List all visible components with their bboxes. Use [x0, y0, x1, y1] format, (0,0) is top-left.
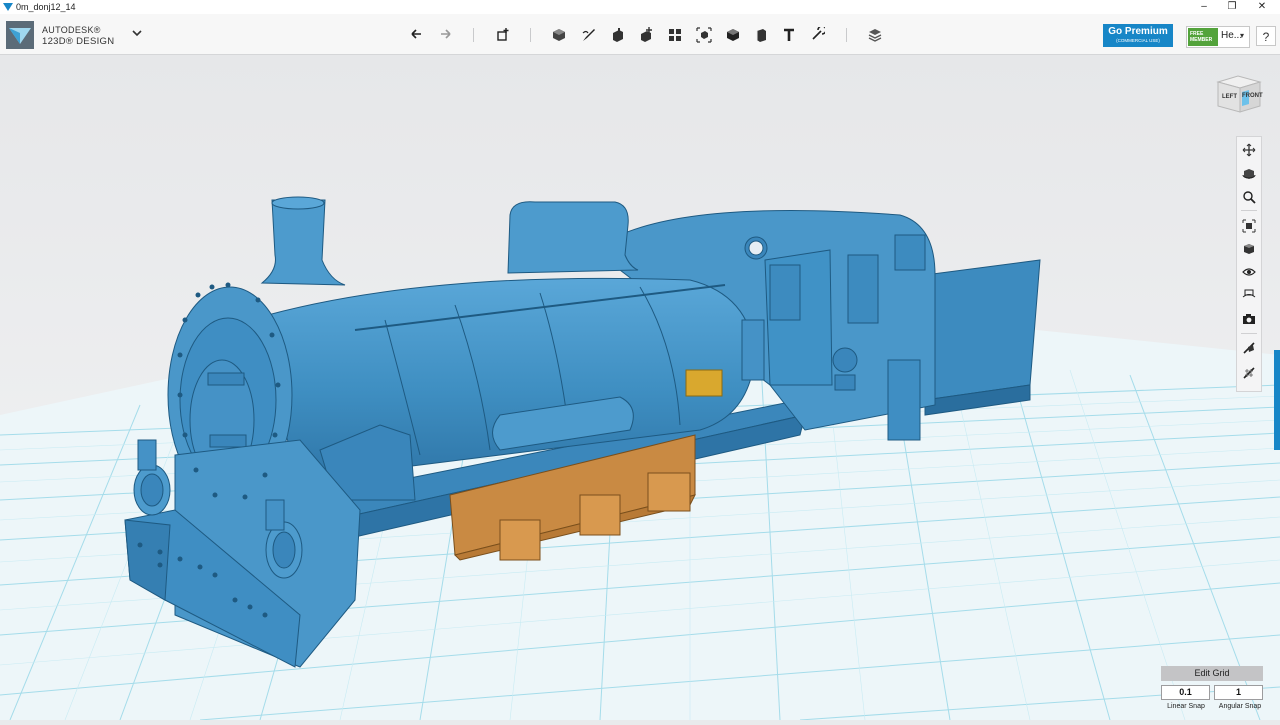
grouping-icon	[696, 27, 712, 43]
pattern-button[interactable]	[664, 24, 686, 46]
toolbar-divider	[846, 28, 847, 42]
materials-icon	[868, 29, 882, 42]
combine-icon	[727, 29, 739, 41]
grouping-button[interactable]	[693, 24, 715, 46]
user-name: He...	[1221, 30, 1243, 41]
viewcube-front-label: FRONT	[1242, 93, 1263, 99]
redo-button[interactable]	[434, 24, 456, 46]
viewcube-left-label: LEFT	[1222, 94, 1237, 100]
close-button[interactable]: ✕	[1248, 0, 1276, 14]
show-grid-icon	[1243, 367, 1255, 379]
camera-icon	[1243, 314, 1255, 324]
linear-snap-label: Linear Snap	[1167, 703, 1205, 710]
3d-viewport[interactable]	[0, 55, 1280, 721]
brand-company: AUTODESK®	[42, 25, 101, 35]
visibility-button[interactable]	[1239, 262, 1259, 282]
combine-button[interactable]	[722, 24, 744, 46]
snap-view-icon	[1243, 342, 1255, 354]
title-bar: 0m_donj12_14 – ❐ ✕	[0, 0, 1280, 14]
redo-icon	[441, 29, 451, 39]
help-button[interactable]: ?	[1256, 26, 1276, 46]
sketch-icon	[582, 29, 595, 41]
materials-button[interactable]	[864, 24, 886, 46]
main-toolbar: AUTODESK® 123D® DESIGN Go Premium (COMME…	[0, 14, 1280, 55]
sketch-button[interactable]	[578, 24, 600, 46]
undo-button[interactable]	[406, 24, 428, 46]
text-icon	[784, 28, 794, 41]
navigation-bar	[1236, 136, 1262, 392]
toolbar-divider	[530, 28, 531, 42]
text-button[interactable]	[778, 24, 800, 46]
fit-button[interactable]	[1239, 216, 1259, 236]
view-mode-button[interactable]	[1239, 239, 1259, 259]
go-premium-button[interactable]: Go Premium (COMMERCIAL USE)	[1103, 24, 1173, 47]
app-logo-icon	[6, 21, 34, 49]
show-grid-button[interactable]	[1239, 363, 1259, 383]
measure-icon	[756, 29, 766, 42]
grid-panel: Edit Grid 0.1 1 Linear Snap Angular Snap	[1158, 666, 1268, 716]
brand-product: 123D® DESIGN	[42, 36, 115, 47]
scene-canvas[interactable]	[0, 55, 1280, 721]
fit-icon	[1242, 219, 1256, 233]
free-member-badge: FREE MEMBER	[1188, 28, 1218, 46]
chevron-down-icon: ▾	[1240, 31, 1245, 40]
pan-button[interactable]	[1239, 140, 1259, 160]
linear-snap-input[interactable]: 0.1	[1161, 685, 1210, 700]
primitives-button[interactable]	[548, 24, 570, 46]
premium-sublabel: (COMMERCIAL USE)	[1116, 38, 1160, 43]
snap-view-button[interactable]	[1239, 338, 1259, 358]
zoom-button[interactable]	[1239, 187, 1259, 207]
app-menu-chevron-icon[interactable]	[130, 26, 144, 40]
pan-icon	[1242, 143, 1256, 157]
navbar-divider	[1241, 333, 1257, 334]
view-cube[interactable]: LEFT FRONT	[1214, 70, 1264, 118]
transform-button[interactable]	[492, 24, 514, 46]
view-mode-icon	[1244, 244, 1254, 254]
pattern-icon	[669, 29, 681, 41]
angular-snap-input[interactable]: 1	[1214, 685, 1263, 700]
app-icon	[3, 3, 13, 11]
minimize-button[interactable]: –	[1190, 0, 1218, 14]
snap-icon	[812, 27, 825, 40]
primitives-icon	[553, 29, 565, 41]
modify-button[interactable]	[635, 24, 657, 46]
construct-button[interactable]	[606, 24, 628, 46]
materials-view-button[interactable]	[1239, 285, 1259, 305]
construct-icon	[613, 28, 623, 42]
account-menu[interactable]: FREE MEMBER He... ▾	[1186, 26, 1250, 48]
zoom-icon	[1243, 191, 1256, 204]
navbar-divider	[1241, 210, 1257, 211]
orbit-button[interactable]	[1239, 164, 1259, 184]
edit-grid-button[interactable]: Edit Grid	[1161, 666, 1263, 681]
premium-label: Go Premium	[1108, 26, 1168, 37]
orbit-icon	[1242, 169, 1256, 179]
visibility-icon	[1242, 268, 1256, 276]
angular-snap-label: Angular Snap	[1218, 703, 1262, 710]
transform-icon	[497, 28, 509, 41]
modify-icon	[641, 27, 652, 42]
toolbar-divider	[473, 28, 474, 42]
side-panel-handle[interactable]	[1274, 350, 1280, 450]
measure-button[interactable]	[750, 24, 772, 46]
camera-button[interactable]	[1239, 309, 1259, 329]
materials-view-icon	[1242, 289, 1256, 298]
snap-button[interactable]	[806, 24, 828, 46]
maximize-button[interactable]: ❐	[1218, 0, 1246, 14]
window-title: 0m_donj12_14	[16, 2, 76, 12]
undo-icon	[411, 29, 421, 39]
